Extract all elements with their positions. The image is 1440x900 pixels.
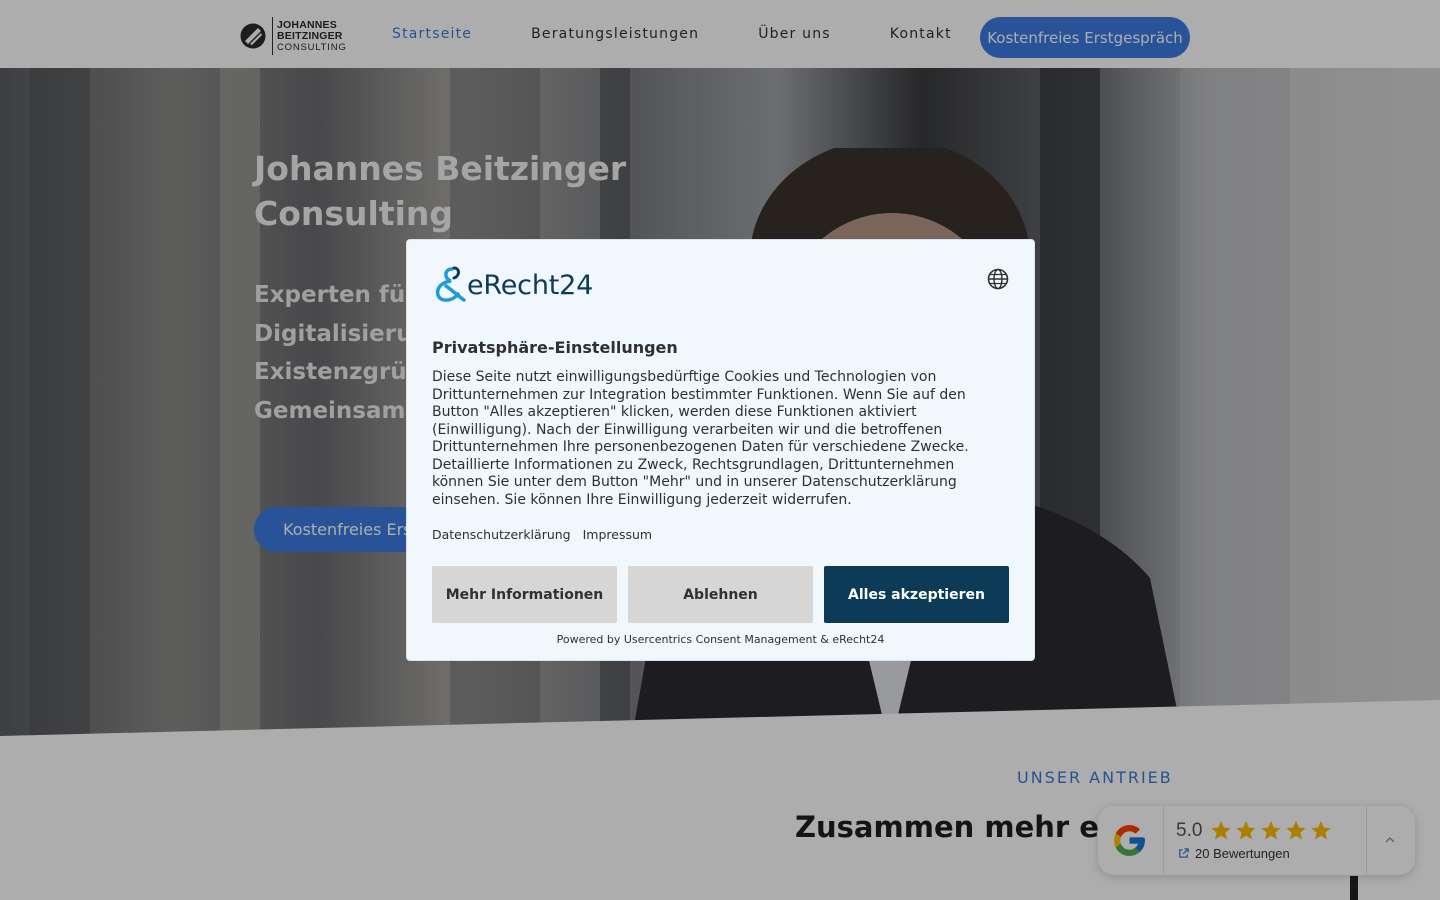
privacy-policy-link[interactable]: Datenschutzerklärung xyxy=(432,527,571,542)
consent-title: Privatsphäre-Einstellungen xyxy=(432,338,678,357)
accept-all-button[interactable]: Alles akzeptieren xyxy=(824,566,1009,623)
consent-brand-name: eRecht24 xyxy=(467,269,594,301)
globe-language-icon[interactable] xyxy=(987,268,1009,290)
consent-powered-by: Powered by Usercentrics Consent Manageme… xyxy=(556,633,885,646)
consent-links: Datenschutzerklärung Impressum xyxy=(432,527,664,542)
reject-button[interactable]: Ablehnen xyxy=(628,566,813,623)
consent-dialog: eRecht24 Privatsphäre-Einstellungen Dies… xyxy=(406,239,1035,661)
consent-body-text: Diese Seite nutzt einwilligungsbedürftig… xyxy=(432,369,969,508)
consent-brand-logo: eRecht24 xyxy=(432,266,593,304)
imprint-link[interactable]: Impressum xyxy=(583,527,652,542)
erecht24-logo-icon xyxy=(435,266,466,302)
more-info-button[interactable]: Mehr Informationen xyxy=(432,566,617,623)
